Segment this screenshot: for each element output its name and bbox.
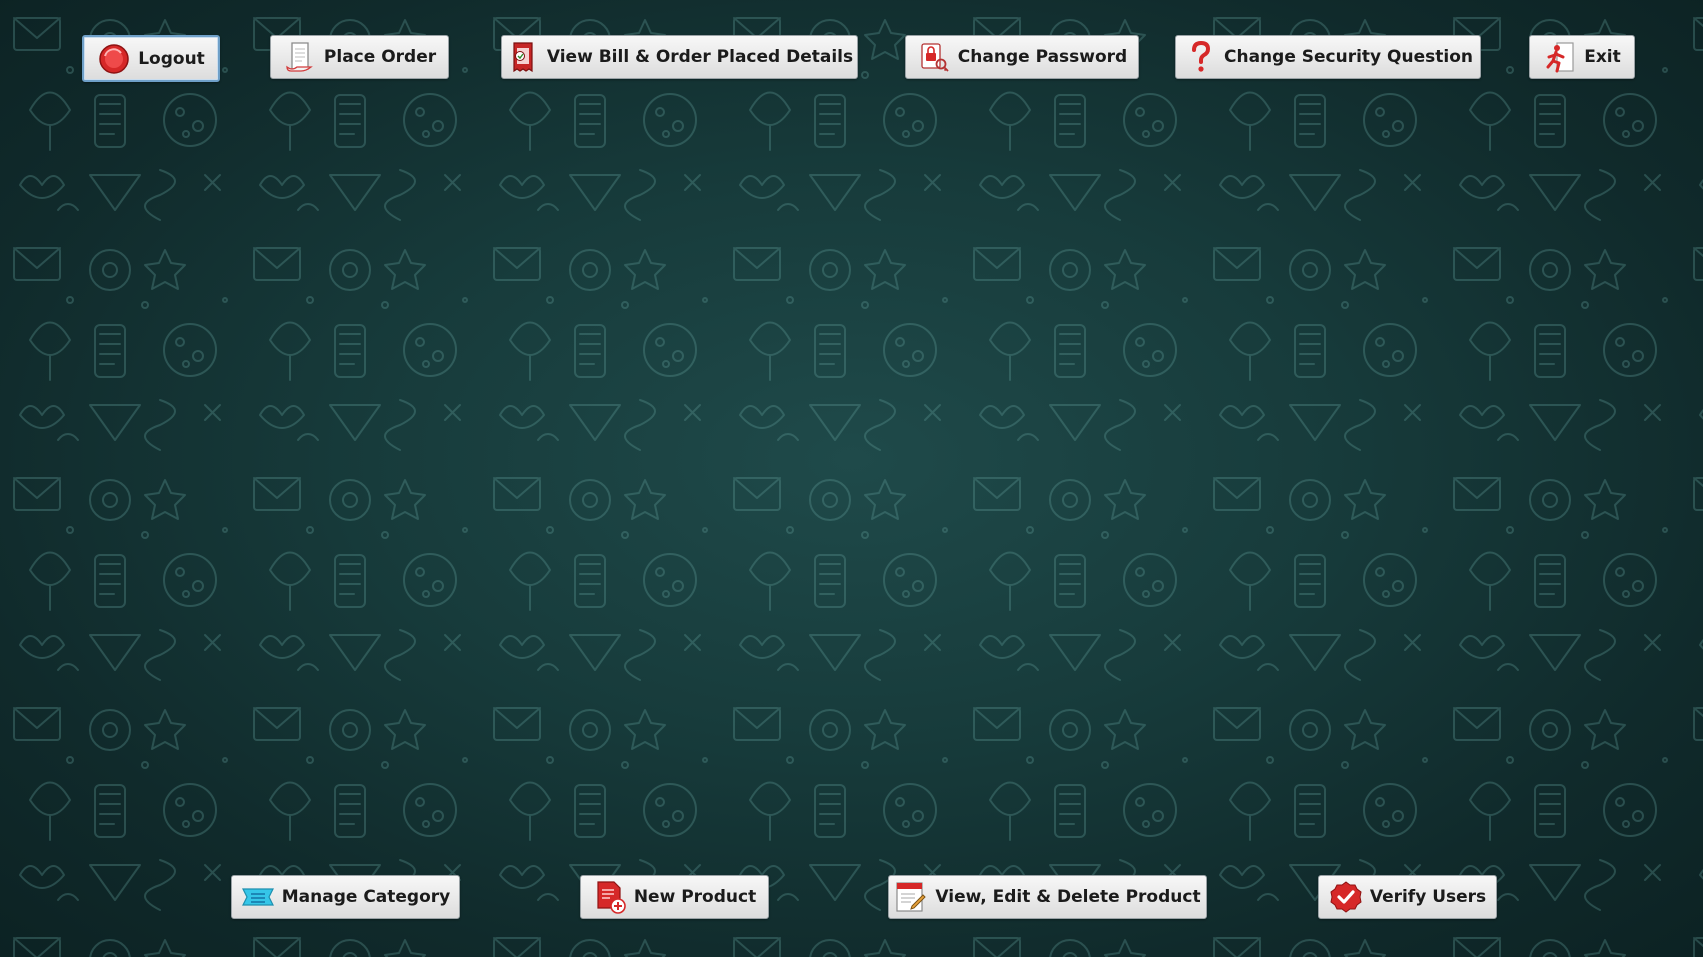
change-security-question-button[interactable]: Change Security Question <box>1175 35 1481 79</box>
exit-runner-icon <box>1543 40 1577 74</box>
verify-users-label: Verify Users <box>1369 887 1487 907</box>
place-order-button[interactable]: Place Order <box>270 35 449 79</box>
exit-label: Exit <box>1584 47 1621 67</box>
power-off-icon <box>97 42 131 76</box>
logout-label: Logout <box>138 48 205 69</box>
exit-button[interactable]: Exit <box>1529 35 1635 79</box>
verify-users-button[interactable]: Verify Users <box>1318 875 1497 919</box>
order-scroll-icon <box>283 40 317 74</box>
view-edit-delete-product-button[interactable]: View, Edit & Delete Product <box>888 875 1207 919</box>
logout-button[interactable]: Logout <box>82 35 220 82</box>
view-edit-delete-product-label: View, Edit & Delete Product <box>935 887 1201 907</box>
new-product-label: New Product <box>633 887 757 907</box>
manage-category-button[interactable]: Manage Category <box>231 875 460 919</box>
view-bill-label: View Bill & Order Placed Details <box>546 47 854 67</box>
question-mark-icon <box>1183 40 1217 74</box>
place-order-label: Place Order <box>323 47 437 67</box>
change-password-button[interactable]: Change Password <box>905 35 1139 79</box>
doodle-background <box>0 0 1703 957</box>
view-bill-button[interactable]: View Bill & Order Placed Details <box>501 35 858 79</box>
new-document-icon <box>593 880 627 914</box>
password-lock-icon <box>917 40 951 74</box>
manage-category-label: Manage Category <box>281 887 451 907</box>
receipt-icon <box>506 40 540 74</box>
dashboard-screen: Logout Place Order View Bill & Order Pla… <box>0 0 1703 957</box>
change-password-label: Change Password <box>957 47 1128 67</box>
edit-document-icon <box>894 880 928 914</box>
change-security-question-label: Change Security Question <box>1224 47 1473 67</box>
new-product-button[interactable]: New Product <box>580 875 769 919</box>
verified-check-icon <box>1329 880 1363 914</box>
category-icon <box>241 880 275 914</box>
